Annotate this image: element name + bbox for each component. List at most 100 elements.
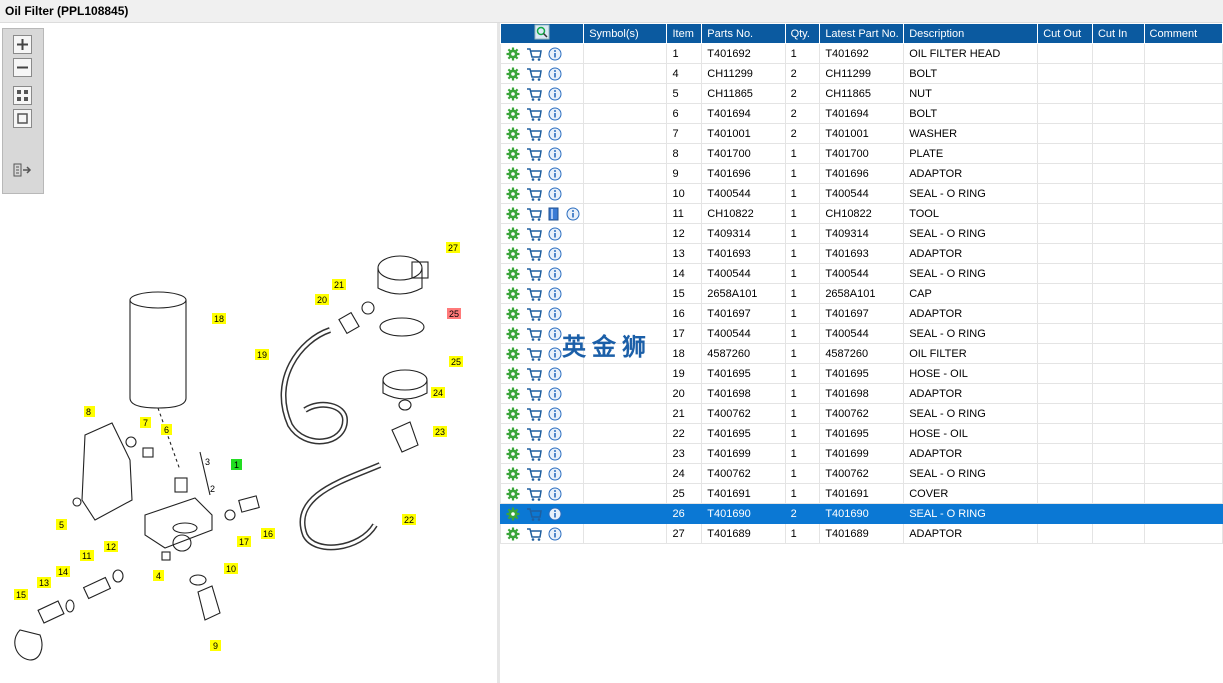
latest-part-no-cell[interactable]: T401693	[819, 243, 905, 264]
callout-3[interactable]: 3	[205, 457, 210, 467]
gear-icon[interactable]	[506, 527, 520, 541]
info-icon[interactable]	[548, 267, 562, 281]
table-row[interactable]: 13 T401693 1 T401693 ADAPTOR	[499, 243, 1223, 264]
latest-part-no-cell[interactable]: T401695	[819, 363, 905, 384]
info-icon[interactable]	[548, 327, 562, 341]
table-row[interactable]: 15 2658A101 1 2658A101 CAP	[499, 283, 1223, 304]
gear-icon[interactable]	[506, 147, 520, 161]
info-icon[interactable]	[548, 387, 562, 401]
part-no-cell[interactable]: T400544	[701, 323, 786, 344]
gear-icon[interactable]	[506, 467, 520, 481]
table-row[interactable]: 4 CH11299 2 CH11299 BOLT	[499, 63, 1223, 84]
table-row[interactable]: 20 T401698 1 T401698 ADAPTOR	[499, 383, 1223, 404]
callout-5[interactable]: 5	[59, 520, 64, 530]
table-row[interactable]: 16 T401697 1 T401697 ADAPTOR	[499, 303, 1223, 324]
callout-25[interactable]: 25	[451, 357, 461, 367]
gear-icon[interactable]	[506, 407, 520, 421]
info-icon[interactable]	[548, 127, 562, 141]
callout-21[interactable]: 21	[334, 280, 344, 290]
callout-19[interactable]: 19	[257, 350, 267, 360]
cart-icon[interactable]	[526, 67, 542, 81]
latest-part-no-cell[interactable]: CH11865	[819, 83, 905, 104]
callout-11[interactable]: 11	[82, 551, 91, 561]
cart-icon[interactable]	[526, 407, 542, 421]
fit-view-icon[interactable]	[13, 86, 32, 105]
gear-icon[interactable]	[506, 47, 520, 61]
cart-icon[interactable]	[526, 187, 542, 201]
part-no-cell[interactable]: T401698	[701, 383, 786, 404]
gear-icon[interactable]	[506, 307, 520, 321]
part-no-cell[interactable]: T401001	[701, 123, 786, 144]
gear-icon[interactable]	[506, 287, 520, 301]
reset-view-icon[interactable]	[13, 109, 32, 128]
table-row[interactable]: 10 T400544 1 T400544 SEAL - O RING	[499, 183, 1223, 204]
callout-9[interactable]: 9	[213, 641, 218, 651]
gear-icon[interactable]	[506, 347, 520, 361]
info-icon[interactable]	[548, 467, 562, 481]
table-row[interactable]: 9 T401696 1 T401696 ADAPTOR	[499, 163, 1223, 184]
latest-part-no-cell[interactable]: T401700	[819, 143, 905, 164]
info-icon[interactable]	[548, 427, 562, 441]
callout-22[interactable]: 22	[404, 515, 414, 525]
cart-icon[interactable]	[526, 507, 542, 521]
callout-6[interactable]: 6	[164, 425, 169, 435]
latest-part-no-cell[interactable]: T400762	[819, 403, 905, 424]
gear-icon[interactable]	[506, 107, 520, 121]
info-icon[interactable]	[548, 247, 562, 261]
cart-icon[interactable]	[526, 287, 542, 301]
table-row[interactable]: 21 T400762 1 T400762 SEAL - O RING	[499, 403, 1223, 424]
part-no-cell[interactable]: T401691	[701, 483, 786, 504]
info-icon[interactable]	[548, 47, 562, 61]
part-no-cell[interactable]: T401694	[701, 103, 786, 124]
info-icon[interactable]	[548, 347, 562, 361]
gear-icon[interactable]	[506, 367, 520, 381]
part-no-cell[interactable]: T401696	[701, 163, 786, 184]
column-header-item[interactable]: Item	[666, 23, 703, 44]
zoom-out-icon[interactable]	[13, 58, 32, 77]
table-row[interactable]: 8 T401700 1 T401700 PLATE	[499, 143, 1223, 164]
callout-15[interactable]: 15	[16, 590, 26, 600]
part-no-cell[interactable]: CH11299	[701, 63, 786, 84]
callout-4[interactable]: 4	[156, 571, 161, 581]
callout-16[interactable]: 16	[263, 529, 273, 539]
latest-part-no-cell[interactable]: T401689	[819, 523, 905, 544]
zoom-in-icon[interactable]	[13, 35, 32, 54]
cart-icon[interactable]	[526, 147, 542, 161]
latest-part-no-cell[interactable]: T401001	[819, 123, 905, 144]
cart-icon[interactable]	[526, 307, 542, 321]
info-icon[interactable]	[548, 447, 562, 461]
table-row[interactable]: 6 T401694 2 T401694 BOLT	[499, 103, 1223, 124]
latest-part-no-cell[interactable]: T401698	[819, 383, 905, 404]
info-icon[interactable]	[548, 87, 562, 101]
column-header-description[interactable]: Description	[903, 23, 1039, 44]
gear-icon[interactable]	[506, 187, 520, 201]
part-no-cell[interactable]: 4587260	[701, 343, 786, 364]
callout-8[interactable]: 8	[86, 407, 91, 417]
info-icon[interactable]	[548, 307, 562, 321]
table-row[interactable]: 23 T401699 1 T401699 ADAPTOR	[499, 443, 1223, 464]
callout-17[interactable]: 17	[239, 537, 249, 547]
latest-part-no-cell[interactable]: CH11299	[819, 63, 905, 84]
callout-13[interactable]: 13	[39, 578, 49, 588]
gear-icon[interactable]	[506, 167, 520, 181]
export-icon[interactable]	[13, 162, 32, 179]
cart-icon[interactable]	[526, 347, 542, 361]
latest-part-no-cell[interactable]: T401692	[819, 43, 905, 64]
part-no-cell[interactable]: T400544	[701, 183, 786, 204]
part-no-cell[interactable]: T401693	[701, 243, 786, 264]
search-icon[interactable]	[534, 24, 550, 40]
cart-icon[interactable]	[526, 467, 542, 481]
gear-icon[interactable]	[506, 127, 520, 141]
callout-24[interactable]: 24	[433, 388, 443, 398]
info-icon[interactable]	[548, 147, 562, 161]
table-row[interactable]: 14 T400544 1 T400544 SEAL - O RING	[499, 263, 1223, 284]
table-row[interactable]: 19 T401695 1 T401695 HOSE - OIL	[499, 363, 1223, 384]
latest-part-no-cell[interactable]: 4587260	[819, 343, 905, 364]
callout-26[interactable]: 25	[449, 309, 459, 319]
gear-icon[interactable]	[506, 387, 520, 401]
cart-icon[interactable]	[526, 387, 542, 401]
cart-icon[interactable]	[526, 487, 542, 501]
info-icon[interactable]	[548, 407, 562, 421]
column-header-latest-part-no[interactable]: Latest Part No.	[819, 23, 905, 44]
column-header-cut-out[interactable]: Cut Out	[1037, 23, 1093, 44]
